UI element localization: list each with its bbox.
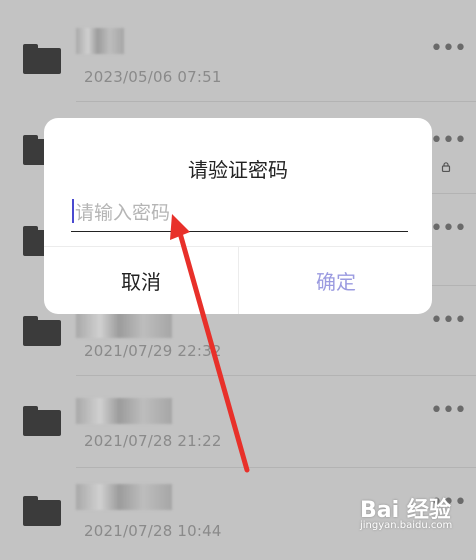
more-options-icon[interactable]: ••• <box>430 310 467 332</box>
file-date: 2021/07/29 22:32 <box>84 342 222 360</box>
list-item[interactable]: 2023/05/06 07:51 ••• <box>0 0 476 92</box>
lock-icon <box>441 162 451 172</box>
file-date: 2021/07/28 10:44 <box>84 522 222 540</box>
file-date: 2023/05/06 07:51 <box>84 68 222 86</box>
file-name-blurred <box>76 398 172 424</box>
file-name-blurred <box>76 484 172 510</box>
password-input[interactable] <box>71 195 408 232</box>
text-caret <box>72 199 74 223</box>
folder-icon <box>23 44 61 74</box>
more-options-icon[interactable]: ••• <box>430 130 467 152</box>
password-dialog: 请验证密码 取消 确定 <box>44 118 432 314</box>
file-date: 2021/07/28 21:22 <box>84 432 222 450</box>
more-options-icon[interactable]: ••• <box>430 400 467 422</box>
file-name-blurred <box>76 312 172 338</box>
folder-icon <box>23 406 61 436</box>
more-options-icon[interactable]: ••• <box>430 38 467 60</box>
confirm-button[interactable]: 确定 <box>239 247 433 314</box>
file-name-blurred <box>76 28 124 54</box>
more-options-icon[interactable]: ••• <box>430 218 467 240</box>
folder-icon <box>23 496 61 526</box>
dialog-title: 请验证密码 <box>188 158 288 182</box>
cancel-button[interactable]: 取消 <box>44 247 238 314</box>
baidu-jingyan-watermark: Bai 经验 jingyan.baidu.com <box>360 490 472 542</box>
list-item[interactable]: 2021/07/28 21:22 ••• <box>0 376 476 468</box>
folder-icon <box>23 316 61 346</box>
watermark-url: jingyan.baidu.com <box>360 520 453 531</box>
